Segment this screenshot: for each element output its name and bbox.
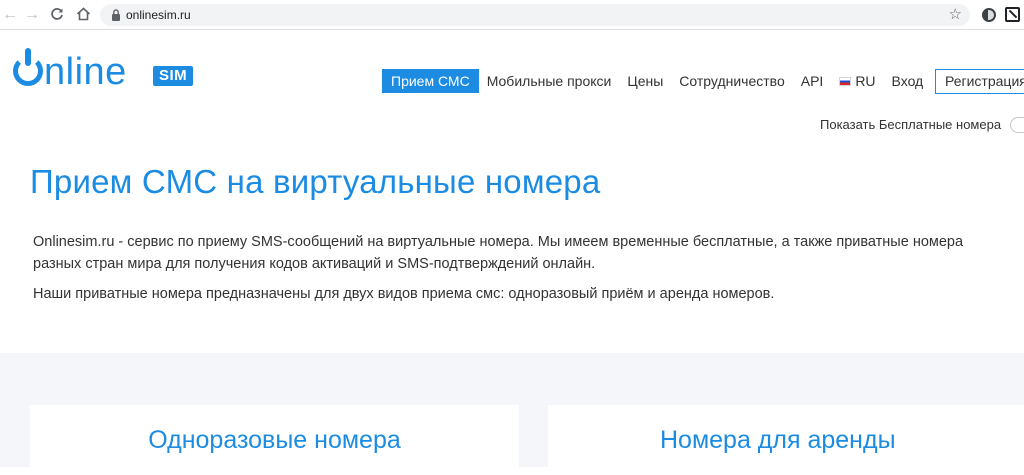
russia-flag-icon xyxy=(839,76,852,86)
nav-item-api[interactable]: API xyxy=(793,69,832,93)
power-icon xyxy=(13,48,43,86)
login-link[interactable]: Вход xyxy=(884,69,932,93)
reload-icon[interactable] xyxy=(47,5,67,25)
extension-icon-2[interactable] xyxy=(1005,7,1020,22)
home-icon[interactable] xyxy=(73,5,93,25)
intro-paragraph-2: Наши приватные номера предназначены для … xyxy=(33,286,775,302)
logo-word-text: nline xyxy=(44,51,127,93)
page-title: Прием СМС на виртуальные номера xyxy=(30,163,601,200)
address-bar[interactable]: onlinesim.ru ☆ xyxy=(100,4,970,26)
nav-item-receive-sms[interactable]: Прием СМС xyxy=(382,69,479,93)
site-logo[interactable]: nline SIM xyxy=(13,48,194,96)
main-navigation: Прием СМС Мобильные прокси Цены Сотрудни… xyxy=(382,69,931,93)
free-numbers-toggle[interactable] xyxy=(1010,117,1024,133)
register-button[interactable]: Регистрация xyxy=(935,69,1024,94)
language-label: RU xyxy=(855,73,876,89)
forward-arrow-icon[interactable]: → xyxy=(22,5,42,25)
free-numbers-toggle-group: Показать Бесплатные номера xyxy=(820,116,1024,134)
browser-toolbar: ← → onlinesim.ru ☆ xyxy=(0,0,1024,30)
nav-item-mobile-proxy[interactable]: Мобильные прокси xyxy=(479,69,620,93)
rent-numbers-card[interactable]: Номера для аренды xyxy=(548,405,1024,475)
card-title-rent: Номера для аренды xyxy=(660,426,896,454)
logo-wordmark: nline xyxy=(13,48,127,96)
back-arrow-icon[interactable]: ← xyxy=(0,5,20,25)
language-selector[interactable]: RU xyxy=(831,69,883,93)
intro-paragraph: Onlinesim.ru - сервис по приему SMS-сооб… xyxy=(33,234,964,272)
bookmark-star-icon[interactable]: ☆ xyxy=(949,5,962,25)
lock-icon xyxy=(110,8,122,22)
one-time-numbers-card[interactable]: Одноразовые номера xyxy=(30,405,519,475)
card-title-one-time: Одноразовые номера xyxy=(148,426,401,454)
nav-item-prices[interactable]: Цены xyxy=(619,69,671,93)
logo-badge: SIM xyxy=(153,66,194,86)
extension-icon[interactable] xyxy=(982,8,996,22)
url-text: onlinesim.ru xyxy=(126,8,191,22)
nav-item-cooperation[interactable]: Сотрудничество xyxy=(671,69,792,93)
free-numbers-label: Показать Бесплатные номера xyxy=(820,117,1002,132)
